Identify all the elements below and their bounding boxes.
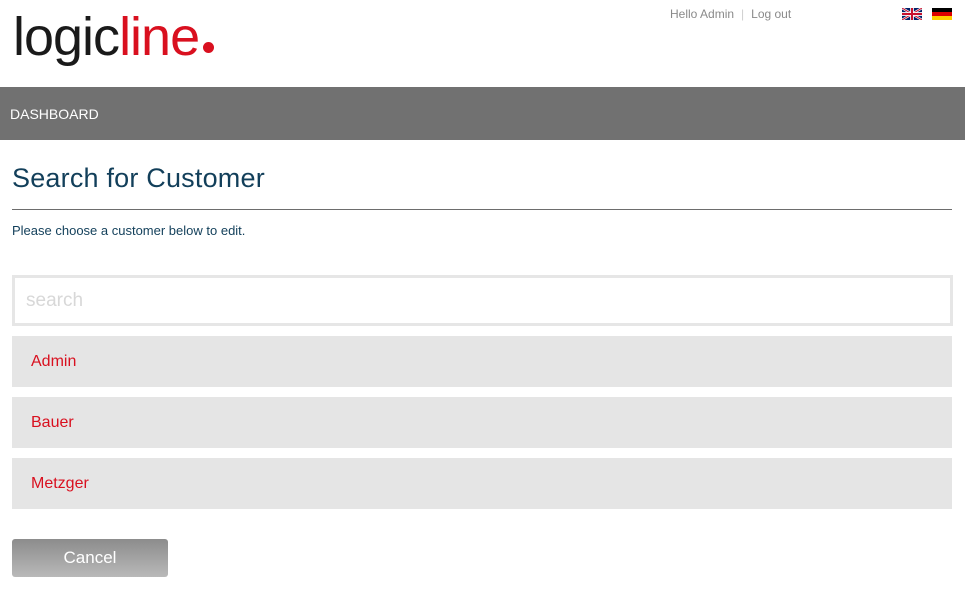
page-title: Search for Customer [12, 163, 265, 193]
customer-item-bauer[interactable]: Bauer [12, 397, 952, 448]
page: logic line Hello Admin | Log out DASHBOAR… [0, 0, 965, 609]
customer-item-admin[interactable]: Admin [12, 336, 952, 387]
search-input[interactable] [12, 275, 953, 326]
greeting-text: Hello Admin [670, 7, 735, 21]
logo-text-line: line [119, 7, 200, 67]
customer-list: Admin Bauer Metzger [12, 336, 952, 519]
logo-text-logic: logic [13, 7, 120, 67]
germany-flag-icon[interactable] [932, 8, 952, 20]
uk-flag-icon[interactable] [902, 8, 922, 20]
customer-item-metzger[interactable]: Metzger [12, 458, 952, 509]
logicline-logo: logic line [13, 2, 215, 72]
language-switcher [902, 8, 952, 20]
main-navbar: DASHBOARD [0, 87, 965, 140]
link-separator: | [741, 7, 745, 21]
cancel-button[interactable]: Cancel [12, 539, 168, 577]
logout-link[interactable]: Log out [751, 7, 791, 21]
title-divider [12, 209, 952, 210]
instructions-text: Please choose a customer below to edit. [12, 223, 246, 238]
nav-item-dashboard[interactable]: DASHBOARD [10, 87, 99, 142]
user-links: Hello Admin | Log out [670, 7, 791, 21]
logo-dot [203, 42, 215, 53]
